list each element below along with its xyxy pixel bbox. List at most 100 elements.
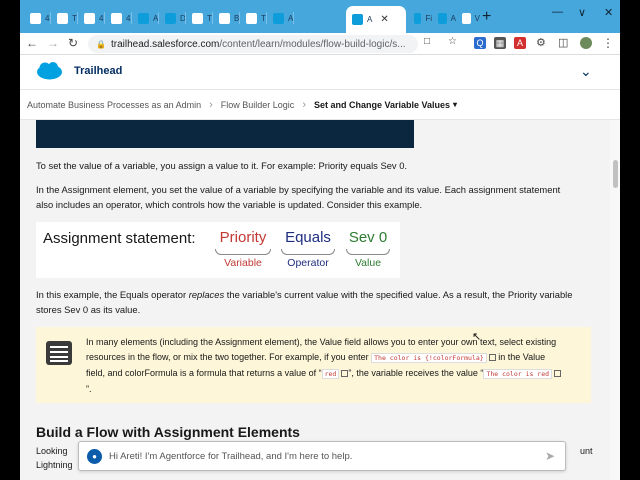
side-panel-icon[interactable]: ◫ bbox=[558, 36, 568, 49]
text-run: ”. bbox=[86, 384, 92, 394]
browser-tab[interactable]: A bbox=[267, 7, 294, 29]
browser-tab[interactable]: B bbox=[213, 7, 240, 29]
bookmark-star-icon[interactable]: ☆ bbox=[448, 36, 457, 47]
browser-tab[interactable]: 4 bbox=[24, 7, 51, 29]
salesforce-favicon-icon bbox=[138, 12, 149, 24]
browser-tab-active[interactable]: A ✕ bbox=[346, 6, 406, 33]
figure-word: Equals bbox=[285, 229, 331, 246]
browser-tab[interactable]: Fi bbox=[408, 7, 432, 29]
mouse-cursor-icon: ↖ bbox=[472, 331, 482, 343]
lock-icon: 🔒 bbox=[96, 39, 106, 49]
salesforce-favicon-icon bbox=[30, 12, 41, 24]
browser-tab[interactable]: T bbox=[51, 7, 78, 29]
figure-value: Sev 0 Value bbox=[342, 229, 394, 269]
forward-icon[interactable]: → bbox=[47, 36, 59, 50]
send-icon[interactable]: ➤ bbox=[545, 449, 555, 463]
minimize-icon[interactable]: — bbox=[552, 6, 563, 18]
figure-word: Priority bbox=[219, 229, 267, 246]
close-tab-icon[interactable]: ✕ bbox=[380, 14, 388, 25]
note-list-icon bbox=[46, 341, 72, 365]
puzzle-extensions-icon[interactable]: ⚙ bbox=[536, 36, 546, 49]
page-scrollbar[interactable] bbox=[610, 120, 620, 480]
salesforce-favicon-icon bbox=[192, 12, 203, 24]
breadcrumb-current[interactable]: Set and Change Variable Values bbox=[314, 100, 450, 110]
figure-variable: Priority Variable bbox=[213, 229, 273, 269]
profile-avatar[interactable] bbox=[580, 37, 592, 49]
breadcrumb-item[interactable]: Flow Builder Logic bbox=[221, 100, 295, 110]
code-snippet: red bbox=[321, 369, 340, 379]
salesforce-favicon-icon bbox=[219, 12, 230, 24]
figure-operator: Equals Operator bbox=[278, 229, 338, 269]
salesforce-favicon-icon bbox=[246, 12, 257, 24]
trailhead-header: Trailhead ⌄ bbox=[20, 55, 620, 90]
extension-icon[interactable]: Q bbox=[474, 37, 486, 49]
browser-tab[interactable]: D bbox=[159, 7, 186, 29]
extension-icon[interactable]: ▦ bbox=[494, 37, 506, 49]
chevron-down-icon[interactable]: ∨ bbox=[578, 6, 586, 19]
salesforce-favicon-icon bbox=[352, 14, 363, 25]
salesforce-favicon-icon bbox=[438, 12, 447, 24]
chevron-down-icon[interactable]: ⌄ bbox=[580, 63, 592, 80]
brand-name[interactable]: Trailhead bbox=[74, 65, 122, 77]
copy-icon[interactable] bbox=[554, 370, 562, 378]
note-callout: In many elements (including the Assignme… bbox=[36, 327, 591, 403]
reload-icon[interactable]: ↻ bbox=[68, 36, 78, 50]
url-host: trailhead.salesforce.com bbox=[110, 38, 220, 50]
breadcrumb-item[interactable]: Automate Business Processes as an Admin bbox=[27, 100, 201, 110]
figure-sub: Operator bbox=[287, 257, 329, 269]
brace-icon bbox=[215, 249, 271, 255]
browser-tab[interactable]: T bbox=[186, 7, 213, 29]
unit-content: To set the value of a variable, you assi… bbox=[20, 120, 610, 480]
paragraph: In this example, the Equals operator rep… bbox=[36, 287, 576, 317]
browser-tab[interactable]: 4 bbox=[78, 7, 105, 29]
browser-tab[interactable]: 4 bbox=[105, 7, 132, 29]
agentforce-chat-input[interactable]: ● Hi Areti! I'm Agentforce for Trailhead… bbox=[78, 441, 566, 471]
code-snippet: The color is red bbox=[483, 369, 553, 379]
tab-strip: 4 T 4 4 A D T B T A A ✕ Fi A V + — ∨ ✕ bbox=[20, 0, 620, 33]
google-lens-icon[interactable]: □ bbox=[424, 36, 430, 47]
browser-window: 4 T 4 4 A D T B T A A ✕ Fi A V + — ∨ ✕ ← … bbox=[20, 0, 620, 480]
paragraph: To set the value of a variable, you assi… bbox=[36, 160, 408, 171]
note-text: In many elements (including the Assignme… bbox=[86, 335, 566, 397]
salesforce-favicon-icon bbox=[57, 12, 68, 24]
tab-label: 4 bbox=[126, 13, 131, 23]
gmail-favicon-icon bbox=[462, 12, 471, 24]
menu-kebab-icon[interactable]: ⋮ bbox=[602, 36, 614, 50]
paragraph: In the Assignment element, you set the v… bbox=[36, 184, 561, 210]
back-icon[interactable]: ← bbox=[26, 36, 38, 50]
browser-tab[interactable]: A bbox=[132, 7, 159, 29]
url-field[interactable]: 🔒 trailhead.salesforce.com/content/learn… bbox=[88, 35, 418, 53]
chat-placeholder: Hi Areti! I'm Agentforce for Trailhead, … bbox=[109, 451, 353, 462]
video-player[interactable] bbox=[36, 120, 414, 148]
figure-sub: Value bbox=[354, 257, 382, 269]
tab-label: 4 bbox=[99, 13, 104, 23]
new-tab-button[interactable]: + bbox=[482, 8, 491, 26]
text-run: In this example, the Equals operator bbox=[36, 289, 189, 300]
figure-lead-label: Assignment statement: bbox=[43, 230, 196, 247]
salesforce-favicon-icon bbox=[165, 12, 176, 24]
salesforce-favicon-icon bbox=[414, 12, 422, 24]
tab-label: 4 bbox=[45, 13, 50, 23]
caret-down-icon[interactable]: ▾ bbox=[453, 100, 457, 109]
salesforce-favicon-icon bbox=[111, 12, 122, 24]
text-emphasis: replaces bbox=[188, 289, 225, 300]
pdf-extension-icon[interactable]: A bbox=[514, 37, 526, 49]
section-heading: Build a Flow with Assignment Elements bbox=[36, 424, 300, 440]
browser-tab[interactable]: A bbox=[432, 7, 456, 29]
salesforce-favicon-icon bbox=[273, 12, 284, 24]
paragraph-cut: Lightning bbox=[36, 460, 73, 470]
salesforce-cloud-logo[interactable] bbox=[36, 61, 63, 81]
browser-tab[interactable]: T bbox=[240, 7, 267, 29]
code-snippet: The color is {!colorFormula} bbox=[371, 353, 487, 363]
url-path: /content/learn/modules/flow-build-logic/… bbox=[219, 38, 406, 50]
browser-tab[interactable]: V bbox=[456, 7, 480, 29]
copy-icon[interactable] bbox=[488, 354, 496, 362]
scrollbar-thumb[interactable] bbox=[613, 160, 618, 188]
address-bar-row: ← → ↻ 🔒 trailhead.salesforce.com/content… bbox=[20, 33, 620, 55]
close-window-icon[interactable]: ✕ bbox=[604, 6, 613, 19]
breadcrumb: Automate Business Processes as an Admin … bbox=[20, 90, 620, 120]
chevron-right-icon: › bbox=[209, 98, 213, 111]
brace-icon bbox=[346, 249, 390, 255]
brace-icon bbox=[281, 249, 335, 255]
figure-sub: Variable bbox=[224, 257, 262, 269]
